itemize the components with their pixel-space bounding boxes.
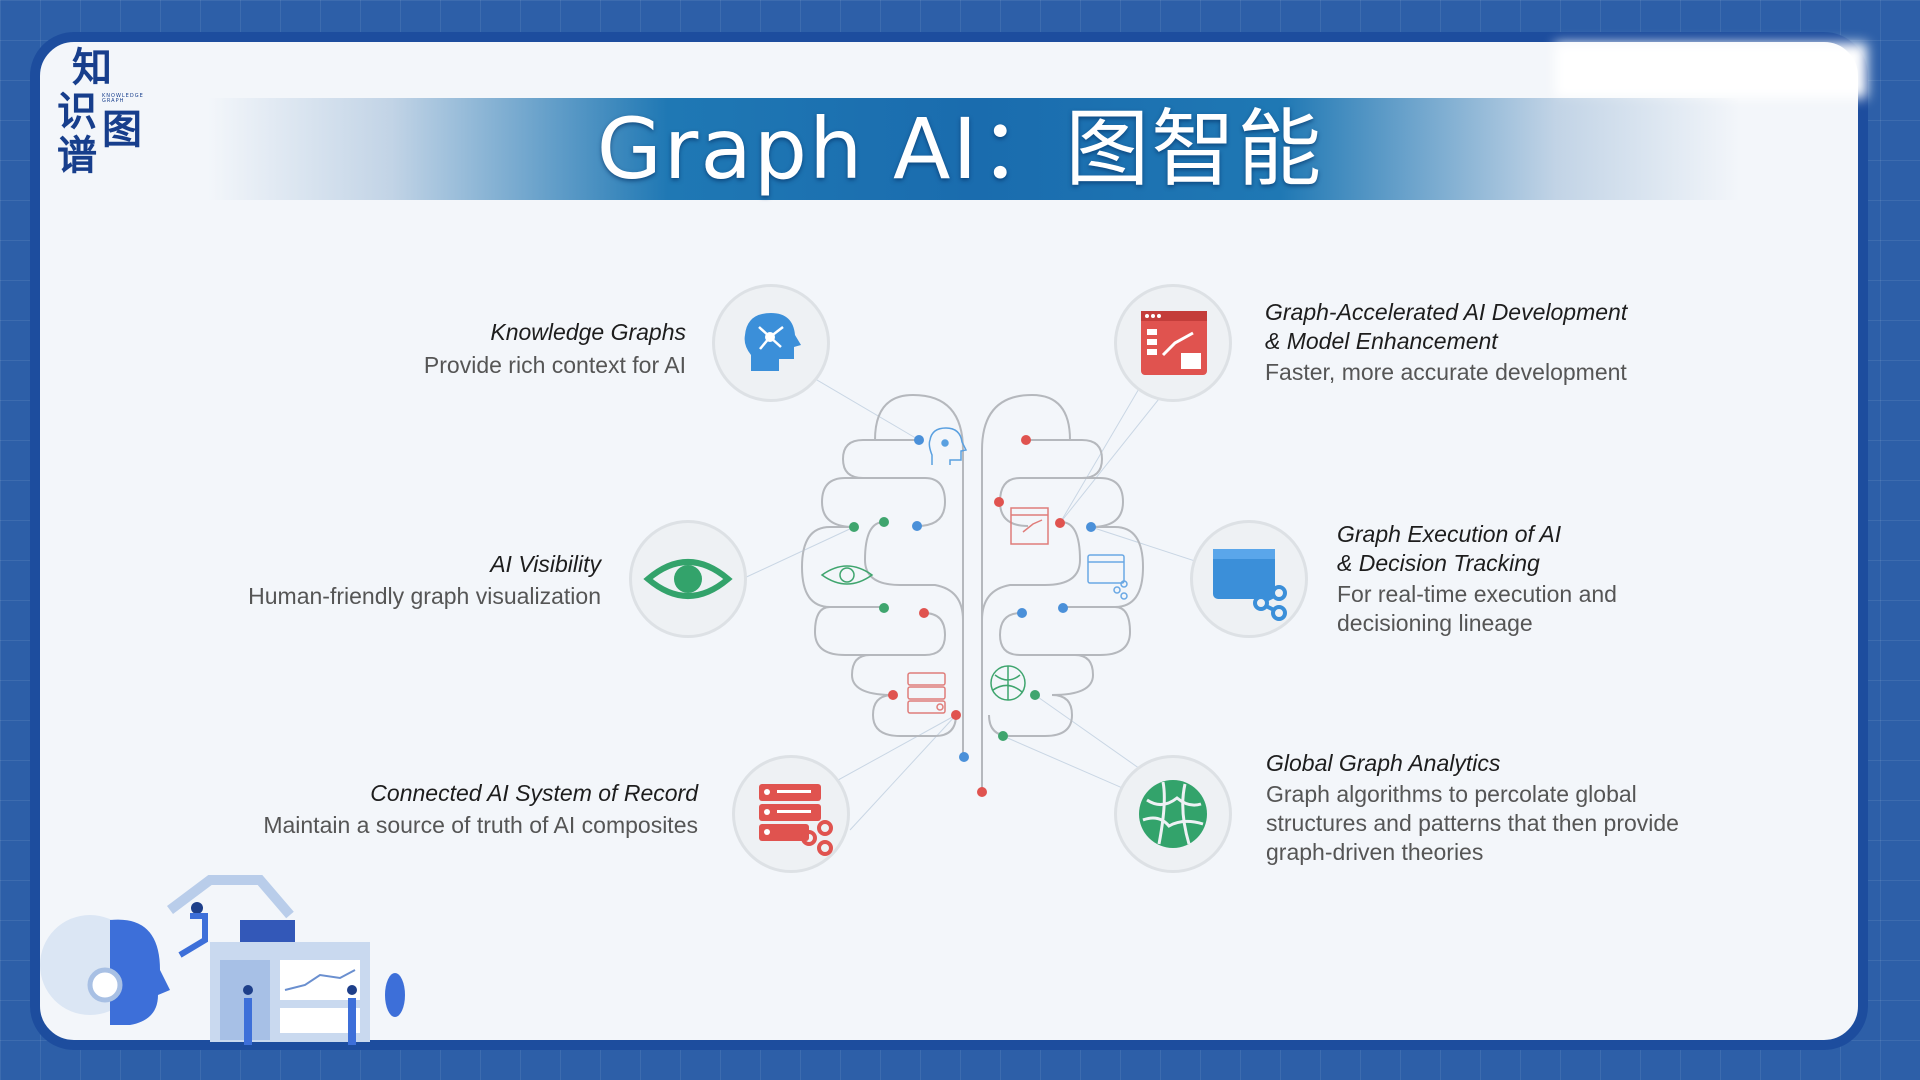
node-dot	[888, 690, 898, 700]
node-dot	[1017, 608, 1027, 618]
feature-graph-accelerated: Graph-Accelerated AI Development & Model…	[1265, 298, 1627, 387]
node-dot	[1055, 518, 1065, 528]
feature-title-line2: & Decision Tracking	[1337, 550, 1540, 576]
feature-desc: decisioning lineage	[1337, 610, 1533, 636]
feature-desc: Faster, more accurate development	[1265, 359, 1627, 385]
node-dot	[1058, 603, 1068, 613]
node-dot	[919, 608, 929, 618]
feature-desc: graph-driven theories	[1266, 839, 1484, 865]
feature-title: AI Visibility	[490, 551, 601, 577]
globe-icon	[990, 665, 1026, 701]
server-icon	[907, 672, 946, 714]
node-dot	[959, 752, 969, 762]
eye-icon	[643, 559, 733, 599]
ai-team-illustration	[40, 875, 405, 1045]
feature-title: Global Graph Analytics	[1266, 750, 1501, 776]
node-dot	[1086, 522, 1096, 532]
ai-visibility-icon-circle	[629, 520, 747, 638]
feature-desc: For real-time execution and	[1337, 581, 1617, 607]
feature-desc: structures and patterns that then provid…	[1266, 810, 1679, 836]
node-dot	[1021, 435, 1031, 445]
node-dot	[849, 522, 859, 532]
node-dot	[879, 517, 889, 527]
node-dot	[1030, 690, 1040, 700]
feature-title: Knowledge Graphs	[490, 319, 686, 345]
feature-connected-ai: Connected AI System of Record Maintain a…	[263, 779, 698, 840]
feature-graph-execution: Graph Execution of AI & Decision Trackin…	[1337, 520, 1617, 638]
globe-network-icon	[1139, 780, 1207, 848]
feature-desc: Provide rich context for AI	[423, 352, 686, 378]
feature-desc: Maintain a source of truth of AI composi…	[263, 812, 698, 838]
feature-title: Graph Execution of AI	[1337, 521, 1562, 547]
brain-head-network-icon	[744, 313, 801, 371]
node-dot	[994, 497, 1004, 507]
node-dot	[912, 521, 922, 531]
feature-desc: Graph algorithms to percolate global	[1266, 781, 1637, 807]
server-share-icon	[759, 784, 833, 856]
global-analytics-icon-circle	[1114, 755, 1232, 873]
feature-title: Graph-Accelerated AI Development	[1265, 299, 1628, 325]
node-dot	[914, 435, 924, 445]
brain-nodes	[849, 435, 1096, 797]
eye-icon	[820, 565, 874, 585]
knowledge-graphs-icon-circle	[712, 284, 830, 402]
feature-title: Connected AI System of Record	[370, 780, 698, 806]
node-dot	[879, 603, 889, 613]
node-dot	[951, 710, 961, 720]
feature-desc: Human-friendly graph visualization	[248, 583, 601, 609]
browser-share-icon	[1087, 554, 1128, 600]
dashboard-chart-icon	[1141, 311, 1207, 375]
feature-knowledge-graphs: Knowledge Graphs Provide rich context fo…	[424, 318, 686, 380]
node-dot	[977, 787, 987, 797]
feature-ai-visibility: AI Visibility Human-friendly graph visua…	[248, 550, 601, 611]
head-icon	[928, 427, 968, 465]
node-dot	[998, 731, 1008, 741]
feature-global-analytics: Global Graph Analytics Graph algorithms …	[1266, 749, 1679, 867]
graph-execution-icon-circle	[1190, 520, 1308, 638]
graph-accelerated-icon-circle	[1114, 284, 1232, 402]
feature-title-line2: & Model Enhancement	[1265, 328, 1498, 354]
chart-window-icon	[1010, 507, 1049, 545]
browser-share-icon	[1213, 549, 1287, 621]
connected-ai-icon-circle	[732, 755, 850, 873]
